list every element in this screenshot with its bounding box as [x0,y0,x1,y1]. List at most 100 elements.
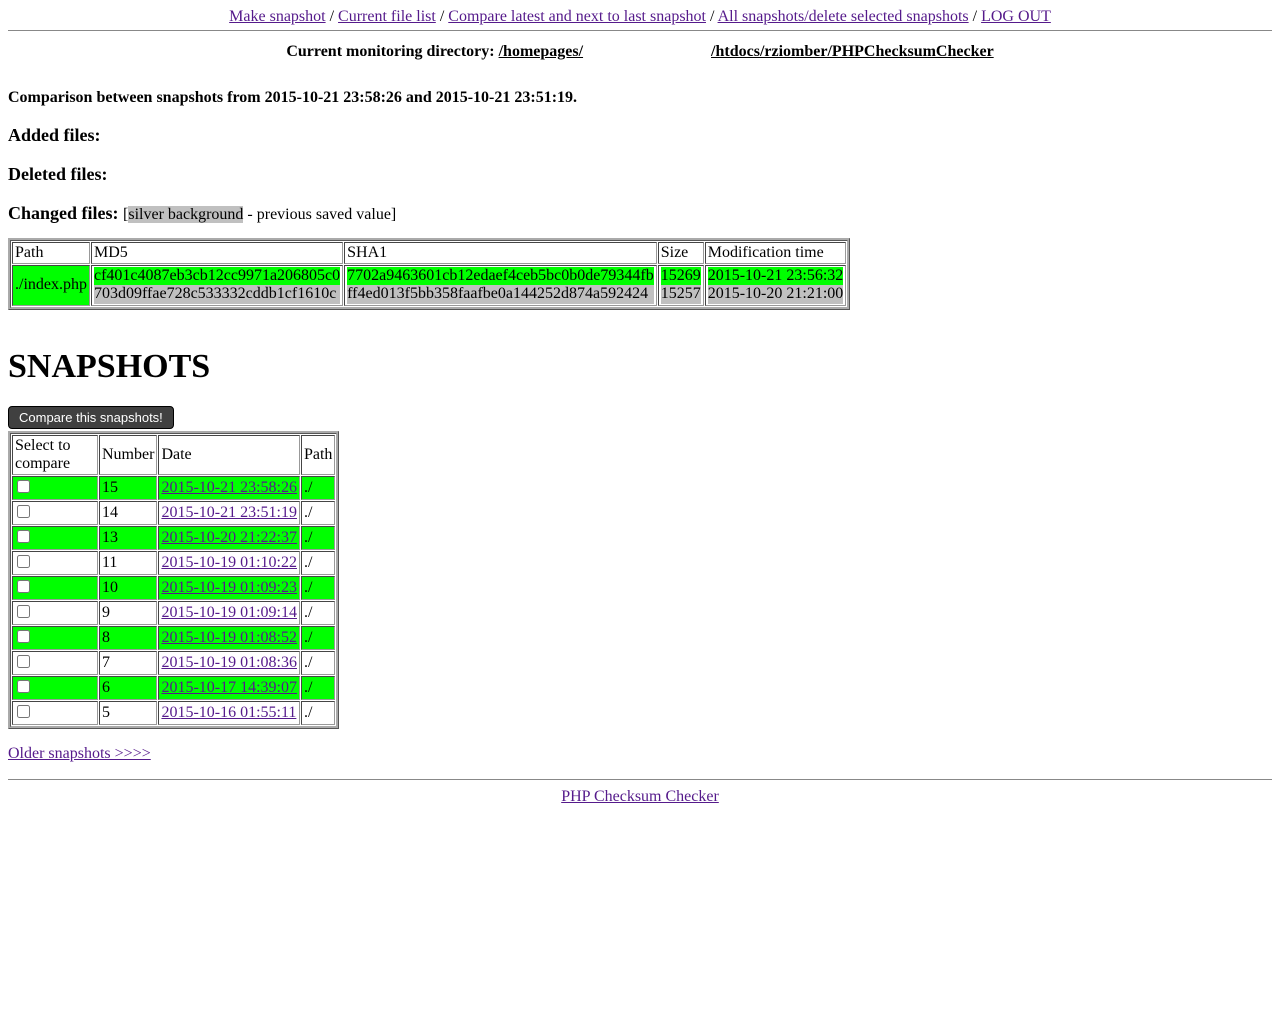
col-select: Select to compare [12,435,98,475]
top-nav: Make snapshot / Current file list / Comp… [8,8,1272,26]
snapshot-date-link[interactable]: 2015-10-19 01:09:23 [161,579,297,596]
cell-date: 2015-10-19 01:09:23 [158,576,300,600]
cell-date: 2015-10-20 21:22:37 [158,526,300,550]
nav-compare-latest[interactable]: Compare latest and next to last snapshot [448,8,706,25]
cell-select [12,601,98,625]
col-mtime: Modification time [705,242,847,264]
cell-md5: cf401c4087eb3cb12cc9971a206805c0 703d09f… [91,265,343,306]
cell-path: ./ [301,676,335,700]
select-checkbox[interactable] [17,655,30,668]
table-row: 72015-10-19 01:08:36./ [12,651,335,675]
snapshots-table: Select to compare Number Date Path 15201… [8,431,339,729]
snapshot-date-link[interactable]: 2015-10-19 01:08:52 [161,629,297,646]
cell-path: ./index.php [12,265,90,306]
cell-size: 15269 15257 [658,265,704,306]
cell-select [12,526,98,550]
select-checkbox[interactable] [17,480,30,493]
cell-number: 7 [99,651,157,675]
snapshot-date-link[interactable]: 2015-10-21 23:58:26 [161,479,297,496]
select-checkbox[interactable] [17,580,30,593]
col-size: Size [658,242,704,264]
snapshots-heading: SNAPSHOTS [8,348,1272,386]
nav-separator: / [710,8,718,25]
cell-number: 11 [99,551,157,575]
table-row: 112015-10-19 01:10:22./ [12,551,335,575]
cell-path: ./ [301,701,335,725]
monitoring-dir1-link[interactable]: /homepages/ [499,43,583,60]
select-checkbox[interactable] [17,505,30,518]
table-row: 62015-10-17 14:39:07./ [12,676,335,700]
changed-legend: [silver background - previous saved valu… [123,206,396,223]
cell-number: 5 [99,701,157,725]
cell-number: 13 [99,526,157,550]
cell-date: 2015-10-19 01:08:36 [158,651,300,675]
footer-divider [8,779,1272,780]
cell-number: 9 [99,601,157,625]
changed-legend-silver: silver background [128,206,243,223]
cell-select [12,676,98,700]
md5-new: cf401c4087eb3cb12cc9971a206805c0 [94,267,340,285]
snapshot-date-link[interactable]: 2015-10-20 21:22:37 [161,529,297,546]
cell-date: 2015-10-21 23:51:19 [158,501,300,525]
snapshot-date-link[interactable]: 2015-10-19 01:08:36 [161,654,297,671]
nav-separator: / [440,8,448,25]
cell-path: ./ [301,651,335,675]
mtime-new: 2015-10-21 23:56:32 [708,267,844,285]
footer-link[interactable]: PHP Checksum Checker [561,788,719,805]
compare-snapshots-button[interactable]: Compare this snapshots! [8,406,174,429]
nav-separator: / [330,8,338,25]
select-checkbox[interactable] [17,630,30,643]
snapshot-date-link[interactable]: 2015-10-16 01:55:11 [161,704,296,721]
cell-select [12,551,98,575]
col-sha1: SHA1 [344,242,657,264]
table-row: 92015-10-19 01:09:14./ [12,601,335,625]
nav-current-file-list[interactable]: Current file list [338,8,436,25]
select-checkbox[interactable] [17,705,30,718]
cell-select [12,626,98,650]
select-checkbox[interactable] [17,605,30,618]
cell-select [12,501,98,525]
changed-files-label: Changed files: [8,203,119,223]
cell-date: 2015-10-16 01:55:11 [158,701,300,725]
nav-make-snapshot[interactable]: Make snapshot [229,8,325,25]
snapshot-date-link[interactable]: 2015-10-17 14:39:07 [161,679,297,696]
cell-path: ./ [301,576,335,600]
table-row: 52015-10-16 01:55:11 ./ [12,701,335,725]
snapshot-date-link[interactable]: 2015-10-19 01:09:14 [161,604,297,621]
table-row: ./index.php cf401c4087eb3cb12cc9971a2068… [12,265,846,306]
older-snapshots-link[interactable]: Older snapshots >>>> [8,745,151,762]
cell-select [12,576,98,600]
cell-number: 14 [99,501,157,525]
size-old: 15257 [661,285,701,303]
cell-date: 2015-10-19 01:09:14 [158,601,300,625]
added-files-heading: Added files: [8,125,1272,146]
sha1-new: 7702a9463601cb12edaef4ceb5bc0b0de79344fb [347,267,654,285]
changed-files-table: Path MD5 SHA1 Size Modification time ./i… [8,238,850,310]
monitoring-dir2-link[interactable]: /htdocs/rziomber/PHPChecksumChecker [711,43,994,60]
table-row: 142015-10-21 23:51:19./ [12,501,335,525]
cell-number: 15 [99,476,157,500]
cell-date: 2015-10-17 14:39:07 [158,676,300,700]
select-checkbox[interactable] [17,530,30,543]
monitoring-line: Current monitoring directory: /homepages… [8,43,1272,61]
cell-path: ./ [301,551,335,575]
cell-date: 2015-10-19 01:08:52 [158,626,300,650]
snapshot-date-link[interactable]: 2015-10-19 01:10:22 [161,554,297,571]
mtime-old: 2015-10-20 21:21:00 [708,285,844,303]
snapshot-date-link[interactable]: 2015-10-21 23:51:19 [161,504,297,521]
nav-all-snapshots[interactable]: All snapshots/delete selected snapshots [718,8,969,25]
col-path: Path [301,435,335,475]
select-checkbox[interactable] [17,555,30,568]
table-row: 82015-10-19 01:08:52./ [12,626,335,650]
col-path: Path [12,242,90,264]
cell-path: ./ [301,476,335,500]
nav-logout[interactable]: LOG OUT [981,8,1051,25]
changed-files-heading: Changed files: [silver background - prev… [8,203,1272,224]
cell-sha1: 7702a9463601cb12edaef4ceb5bc0b0de79344fb… [344,265,657,306]
nav-separator: / [973,8,981,25]
cell-path: ./ [301,626,335,650]
select-checkbox[interactable] [17,680,30,693]
cell-number: 10 [99,576,157,600]
top-divider [8,30,1272,31]
table-row: 132015-10-20 21:22:37./ [12,526,335,550]
